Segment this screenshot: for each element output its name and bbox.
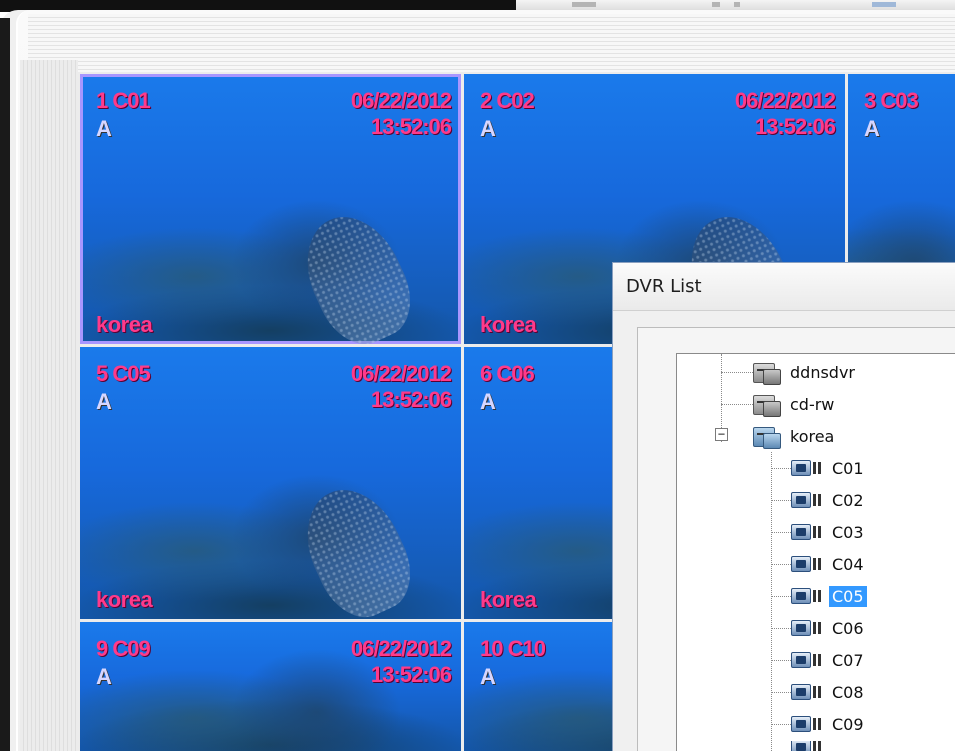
tree-node-c09[interactable]: C09	[791, 709, 867, 739]
tree-node-c05[interactable]: C05	[791, 581, 867, 611]
camera-icon	[791, 522, 825, 542]
camera-mode: A	[96, 116, 112, 141]
tree-node-label: C06	[832, 618, 864, 638]
camera-site: korea	[480, 312, 537, 337]
camera-time: 13:52:06	[754, 114, 836, 139]
tree-node-label: ddnsdvr	[790, 362, 855, 382]
camera-title: 3 C03	[864, 88, 919, 113]
camera-tile-1[interactable]: 1 C01 06/22/2012 13:52:06 A korea	[80, 74, 461, 344]
tree-node-c04[interactable]: C04	[791, 549, 867, 579]
camera-tile-5[interactable]: 5 C05 06/22/2012 13:52:06 A korea	[80, 347, 461, 619]
camera-mode: A	[480, 389, 496, 414]
tree-line	[721, 372, 753, 373]
dialog-title-bar[interactable]: DVR List	[613, 263, 955, 311]
toolbar-tick	[872, 2, 896, 7]
camera-icon	[791, 682, 825, 702]
dvr-device-icon	[753, 423, 783, 449]
camera-mode: A	[480, 664, 496, 689]
camera-icon	[791, 714, 825, 734]
camera-date: 06/22/2012	[350, 361, 452, 386]
toolbar-tick	[712, 2, 720, 7]
tree-node-korea[interactable]: korea	[753, 421, 837, 451]
tree-line	[771, 500, 791, 501]
camera-icon	[791, 650, 825, 670]
toolbar-tick	[572, 2, 596, 7]
tree-node-label: C02	[832, 490, 864, 510]
tree-line	[771, 692, 791, 693]
camera-icon	[791, 554, 825, 574]
tree-node-label: C04	[832, 554, 864, 574]
tree-line	[771, 452, 772, 751]
camera-date: 06/22/2012	[350, 88, 452, 113]
toolbar-tick	[734, 2, 740, 7]
tree-node-label: C07	[832, 650, 864, 670]
camera-date: 06/22/2012	[350, 636, 452, 661]
tree-node-c03[interactable]: C03	[791, 517, 867, 547]
camera-mode: A	[96, 389, 112, 414]
tree-line	[771, 532, 791, 533]
camera-icon	[791, 490, 825, 510]
window-left-edge	[0, 18, 10, 751]
tree-node-c02[interactable]: C02	[791, 485, 867, 515]
tree-node-partial[interactable]	[791, 741, 829, 751]
tree-node-label: C03	[832, 522, 864, 542]
camera-icon	[791, 458, 825, 478]
camera-site: korea	[96, 312, 153, 337]
camera-title: 9 C09	[96, 636, 151, 661]
camera-title: 2 C02	[480, 88, 535, 113]
dvr-device-icon	[753, 359, 783, 385]
left-side-bar	[20, 60, 78, 751]
tree-node-label: C08	[832, 682, 864, 702]
camera-site: korea	[480, 587, 537, 612]
tree-line	[771, 564, 791, 565]
tree-node-ddnsdvr[interactable]: ddnsdvr	[753, 357, 858, 387]
camera-title: 5 C05	[96, 361, 151, 386]
camera-title: 10 C10	[480, 636, 546, 661]
camera-time: 13:52:06	[370, 114, 452, 139]
tree-node-label: cd-rw	[790, 394, 835, 414]
camera-time: 13:52:06	[370, 662, 452, 687]
collapse-icon[interactable]: −	[715, 428, 728, 441]
camera-title: 6 C06	[480, 361, 535, 386]
camera-tile-9[interactable]: 9 C09 06/22/2012 13:52:06 A	[80, 622, 461, 751]
tree-node-c08[interactable]: C08	[791, 677, 867, 707]
camera-date: 06/22/2012	[734, 88, 836, 113]
camera-icon	[791, 618, 825, 638]
camera-image-shape	[288, 201, 426, 344]
camera-mode: A	[864, 116, 880, 141]
tree-node-label-selected: C05	[829, 585, 867, 607]
tree-node-c07[interactable]: C07	[791, 645, 867, 675]
camera-image-shape	[288, 474, 426, 619]
tree-node-label: C01	[832, 458, 864, 478]
camera-title: 1 C01	[96, 88, 151, 113]
tree-line	[771, 596, 791, 597]
tree-node-label: korea	[790, 426, 835, 446]
tree-node-label: C09	[832, 714, 864, 734]
camera-mode: A	[480, 116, 496, 141]
header-stripes	[28, 14, 955, 74]
tree-line	[721, 404, 753, 405]
tree-line	[771, 660, 791, 661]
tree-node-cd-rw[interactable]: cd-rw	[753, 389, 837, 419]
dvr-tree[interactable]: ddnsdvr cd-rw − korea C01 C02 C03 C04 C0…	[676, 353, 955, 751]
camera-icon	[791, 741, 825, 751]
camera-site: korea	[96, 587, 153, 612]
dialog-title: DVR List	[626, 276, 702, 297]
tree-node-c01[interactable]: C01	[791, 453, 867, 483]
camera-time: 13:52:06	[370, 387, 452, 412]
tree-line	[771, 724, 791, 725]
camera-icon	[791, 586, 825, 606]
tree-line	[771, 468, 791, 469]
camera-mode: A	[96, 664, 112, 689]
tree-line	[771, 628, 791, 629]
dvr-list-dialog: DVR List ddnsdvr cd-rw − korea C01 C02 C…	[612, 262, 955, 751]
tree-node-c06[interactable]: C06	[791, 613, 867, 643]
dvr-device-icon	[753, 391, 783, 417]
